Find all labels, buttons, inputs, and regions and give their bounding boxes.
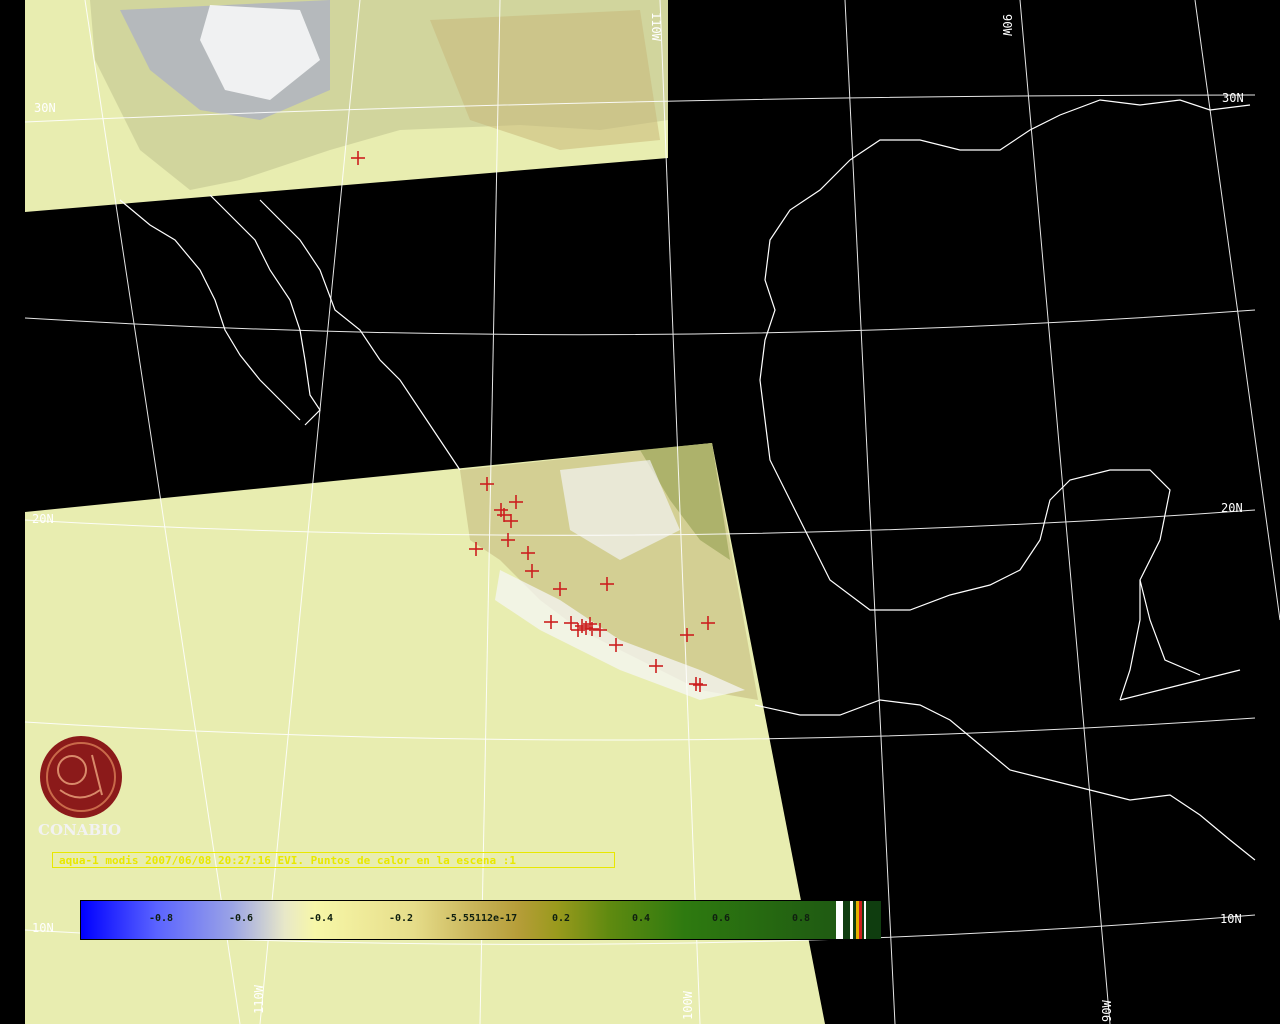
label-90w-bottom: 90W [1100, 1000, 1114, 1022]
scene-caption: aqua-1 modis 2007/06/08 20:27:16 EVI. Pu… [52, 852, 615, 868]
label-30n: 30N [34, 101, 56, 115]
tail-white-strip-2 [850, 901, 853, 939]
label-30n-right: 30N [1222, 91, 1244, 105]
label-90w-top: 90W [1000, 14, 1014, 36]
yucatan-east [1119, 669, 1241, 701]
satellite-map: 30N 30N 20N 20N 10N 10N 110W 90W 110W 10… [24, 0, 1280, 1024]
baja-california-west [119, 199, 301, 421]
label-110w-bottom: 110W [252, 984, 266, 1014]
gulf-coast-texas-mexico [759, 159, 1171, 701]
color-scale-tick-label: -0.4 [308, 913, 334, 924]
map-canvas: 30N 30N 20N 20N 10N 10N 110W 90W 110W 10… [0, 0, 1280, 1024]
label-20n-right: 20N [1221, 501, 1243, 515]
tail-red-strip [859, 901, 862, 939]
tail-white-strip-3 [864, 901, 866, 939]
central-america-coast [754, 699, 1256, 861]
tail-white-strip [836, 901, 843, 939]
baja-california-east [209, 194, 321, 426]
gulf-coast-us [849, 99, 1251, 161]
conabio-logo-icon [40, 736, 122, 818]
color-scale-tick-label: 0.2 [551, 913, 571, 924]
parallel-25n [24, 309, 1256, 336]
color-scale-tick-label: -0.6 [228, 913, 254, 924]
cuba-west [1139, 579, 1201, 676]
label-10n-right: 10N [1220, 912, 1242, 926]
color-scale-tick-label: -0.8 [148, 913, 174, 924]
logo-text: CONABIO [38, 821, 122, 839]
color-scale-tail [836, 901, 881, 939]
color-scale-tick-label: -0.2 [388, 913, 414, 924]
label-20n: 20N [32, 512, 54, 526]
meridian-95w [844, 0, 896, 1024]
meridian-90w [1019, 0, 1111, 1024]
label-100w-bottom: 100W [681, 990, 695, 1020]
label-110w-top: 110W [649, 12, 663, 42]
color-scale-tick-label: 0.6 [711, 913, 731, 924]
color-scale-tick-label: 0.8 [791, 913, 811, 924]
sonora-sinaloa-coast [259, 199, 461, 471]
label-10n: 10N [32, 921, 54, 935]
color-scale-tick-label: -5.55112e-17 [444, 913, 518, 924]
color-scale-bar: -0.8 -0.6 -0.4 -0.2 -5.55112e-17 0.2 0.4 0.6 0.8 [80, 900, 881, 940]
color-scale-tick-label: 0.4 [631, 913, 651, 924]
